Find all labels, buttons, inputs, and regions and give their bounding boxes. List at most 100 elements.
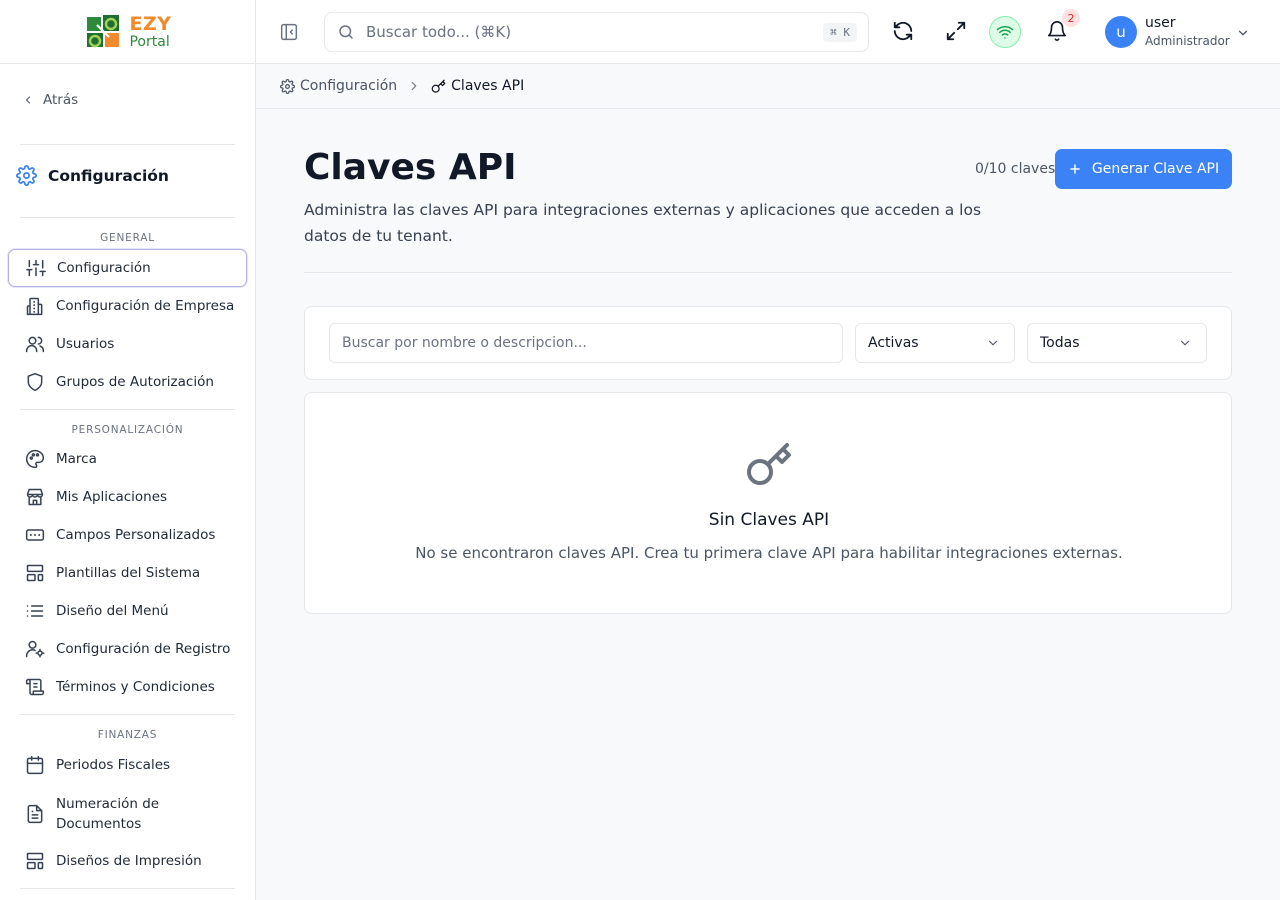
back-link[interactable]: Atrás <box>22 92 78 108</box>
sidebar-item-terminos-condiciones[interactable]: Términos y Condiciones <box>8 668 247 706</box>
top-bar: Buscar todo... (⌘K) ⌘ K 2 u user Adminis… <box>256 0 1280 64</box>
type-filter-value: Todas <box>1040 335 1080 351</box>
sidebar-item-configuracion-empresa[interactable]: Configuración de Empresa <box>8 287 247 325</box>
logo-text-top: EZY <box>129 12 172 35</box>
chevron-down-icon <box>988 340 998 346</box>
logo-text-bottom: Portal <box>129 33 170 50</box>
key-icon <box>747 443 791 485</box>
sidebar-item-configuracion-registro[interactable]: Configuración de Registro <box>8 630 247 668</box>
group-heading-personalizacion: PERSONALIZACIÓN <box>71 424 184 436</box>
sidebar-item-marca[interactable]: Marca <box>8 440 247 478</box>
user-name[interactable]: user <box>1145 15 1176 31</box>
plus-icon <box>1070 164 1080 174</box>
user-menu-toggle[interactable] <box>1236 26 1250 40</box>
connection-status[interactable] <box>989 16 1021 48</box>
list-icon <box>26 605 44 617</box>
chevron-right-icon <box>411 81 417 91</box>
back-label: Atrás <box>43 92 79 108</box>
page-title: Claves API <box>304 147 517 188</box>
sidebar-item-label: Configuración de Empresa <box>56 298 235 314</box>
sidebar-item-mis-aplicaciones[interactable]: Mis Aplicaciones <box>8 478 247 516</box>
search-placeholder: Buscar todo... (⌘K) <box>366 23 512 41</box>
sidebar-item-label: Campos Personalizados <box>56 527 216 543</box>
avatar[interactable]: u <box>1105 16 1137 48</box>
group-heading-general: GENERAL <box>100 232 155 244</box>
breadcrumb: Configuración Claves API <box>256 64 1280 109</box>
ezy-logo-icon <box>87 14 120 47</box>
shortcut-hint: ⌘ K <box>823 22 857 42</box>
users-icon <box>25 336 45 353</box>
sidebar-item-label: Plantillas del Sistema <box>56 565 201 581</box>
divider <box>20 144 235 145</box>
user-role: Administrador <box>1145 34 1230 48</box>
divider <box>20 217 235 218</box>
sidebar-item-label: Mis Aplicaciones <box>56 489 168 505</box>
refresh-icon <box>893 21 913 41</box>
generate-api-key-button[interactable]: Generar Clave API <box>1055 149 1232 189</box>
sidebar-item-disenos-impresion[interactable]: Diseños de Impresión <box>8 842 247 880</box>
sidebar-item-label: Usuarios <box>56 336 115 352</box>
file-text-icon <box>27 804 43 824</box>
sliders-icon <box>26 259 46 277</box>
sidebar-item-grupos-autorizacion[interactable]: Grupos de Autorización <box>8 363 247 401</box>
divider <box>304 272 1232 273</box>
sidebar-item-campos-personalizados[interactable]: Campos Personalizados <box>8 516 247 554</box>
shield-icon <box>27 372 43 392</box>
chevron-down-icon <box>1238 30 1248 36</box>
page-description: Administra las claves API para integraci… <box>304 201 982 245</box>
status-filter-value: Activas <box>868 335 919 351</box>
sidebar-item-periodos-fiscales[interactable]: Periodos Fiscales <box>8 746 247 784</box>
refresh-button[interactable] <box>892 20 914 42</box>
calendar-icon <box>26 755 44 775</box>
palette-icon <box>26 449 45 469</box>
layout-template-icon <box>26 852 44 870</box>
fullscreen-button[interactable] <box>945 20 967 42</box>
sidebar-collapse-button[interactable] <box>278 21 300 43</box>
sidebar-item-configuracion[interactable]: Configuración <box>8 249 247 287</box>
sidebar-item-usuarios[interactable]: Usuarios <box>8 325 247 363</box>
user-cog-icon <box>25 640 45 658</box>
sidebar-item-label: Configuración <box>57 260 151 276</box>
sidebar-item-label: Marca <box>56 451 97 467</box>
store-icon <box>26 488 44 506</box>
api-key-search-input[interactable]: Buscar por nombre o descripcion... <box>329 323 843 363</box>
generate-button-label: Generar Clave API <box>1091 161 1220 177</box>
empty-state-description: No se encontraron claves API. Crea tu pr… <box>415 544 1123 562</box>
filter-bar: Buscar por nombre o descripcion... Activ… <box>304 306 1232 380</box>
empty-state: Sin Claves API No se encontraron claves … <box>304 392 1232 614</box>
breadcrumb-label: Configuración <box>300 78 398 94</box>
sidebar-section-title: Configuración <box>16 165 169 186</box>
sidebar-item-label: Grupos de Autorización <box>56 374 214 390</box>
notification-badge: 2 <box>1062 9 1080 27</box>
api-key-count: 0/10 claves <box>975 161 1056 177</box>
sidebar-item-diseno-menu[interactable]: Diseño del Menú <box>8 592 247 630</box>
sidebar-item-label: Configuración de Registro <box>56 641 231 657</box>
sidebar-item-numeracion-documentos[interactable]: Numeración de Documentos <box>8 792 247 836</box>
global-search-input[interactable]: Buscar todo... (⌘K) ⌘ K <box>324 12 869 52</box>
input-field-icon <box>25 529 45 541</box>
chevron-left-icon <box>25 96 31 104</box>
building-icon <box>26 297 43 316</box>
divider <box>20 409 235 410</box>
gear-icon <box>280 78 295 94</box>
sidebar-item-label: Términos y Condiciones <box>56 679 215 695</box>
key-icon <box>431 79 446 93</box>
divider <box>20 888 235 889</box>
breadcrumb-item-configuracion[interactable]: Configuración <box>280 78 397 94</box>
sidebar-section-label: Configuración <box>48 166 169 185</box>
logo[interactable]: EZY Portal <box>0 0 255 64</box>
maximize-icon <box>946 21 966 41</box>
empty-state-title: Sin Claves API <box>708 510 830 530</box>
divider <box>20 714 235 715</box>
sidebar-item-label: Numeración de Documentos <box>56 796 160 832</box>
type-filter-select[interactable]: Todas <box>1027 323 1207 363</box>
gear-icon <box>16 165 37 186</box>
status-filter-select[interactable]: Activas <box>855 323 1015 363</box>
sidebar-item-label: Diseño del Menú <box>56 603 169 619</box>
sidebar: EZY Portal Atrás Configuración GENERAL C… <box>0 0 256 900</box>
sidebar-item-label: Diseños de Impresión <box>56 853 202 869</box>
breadcrumb-item-claves-api: Claves API <box>431 78 524 94</box>
sidebar-item-label: Periodos Fiscales <box>56 757 171 773</box>
wifi-icon <box>996 25 1014 39</box>
sidebar-item-plantillas-sistema[interactable]: Plantillas del Sistema <box>8 554 247 592</box>
